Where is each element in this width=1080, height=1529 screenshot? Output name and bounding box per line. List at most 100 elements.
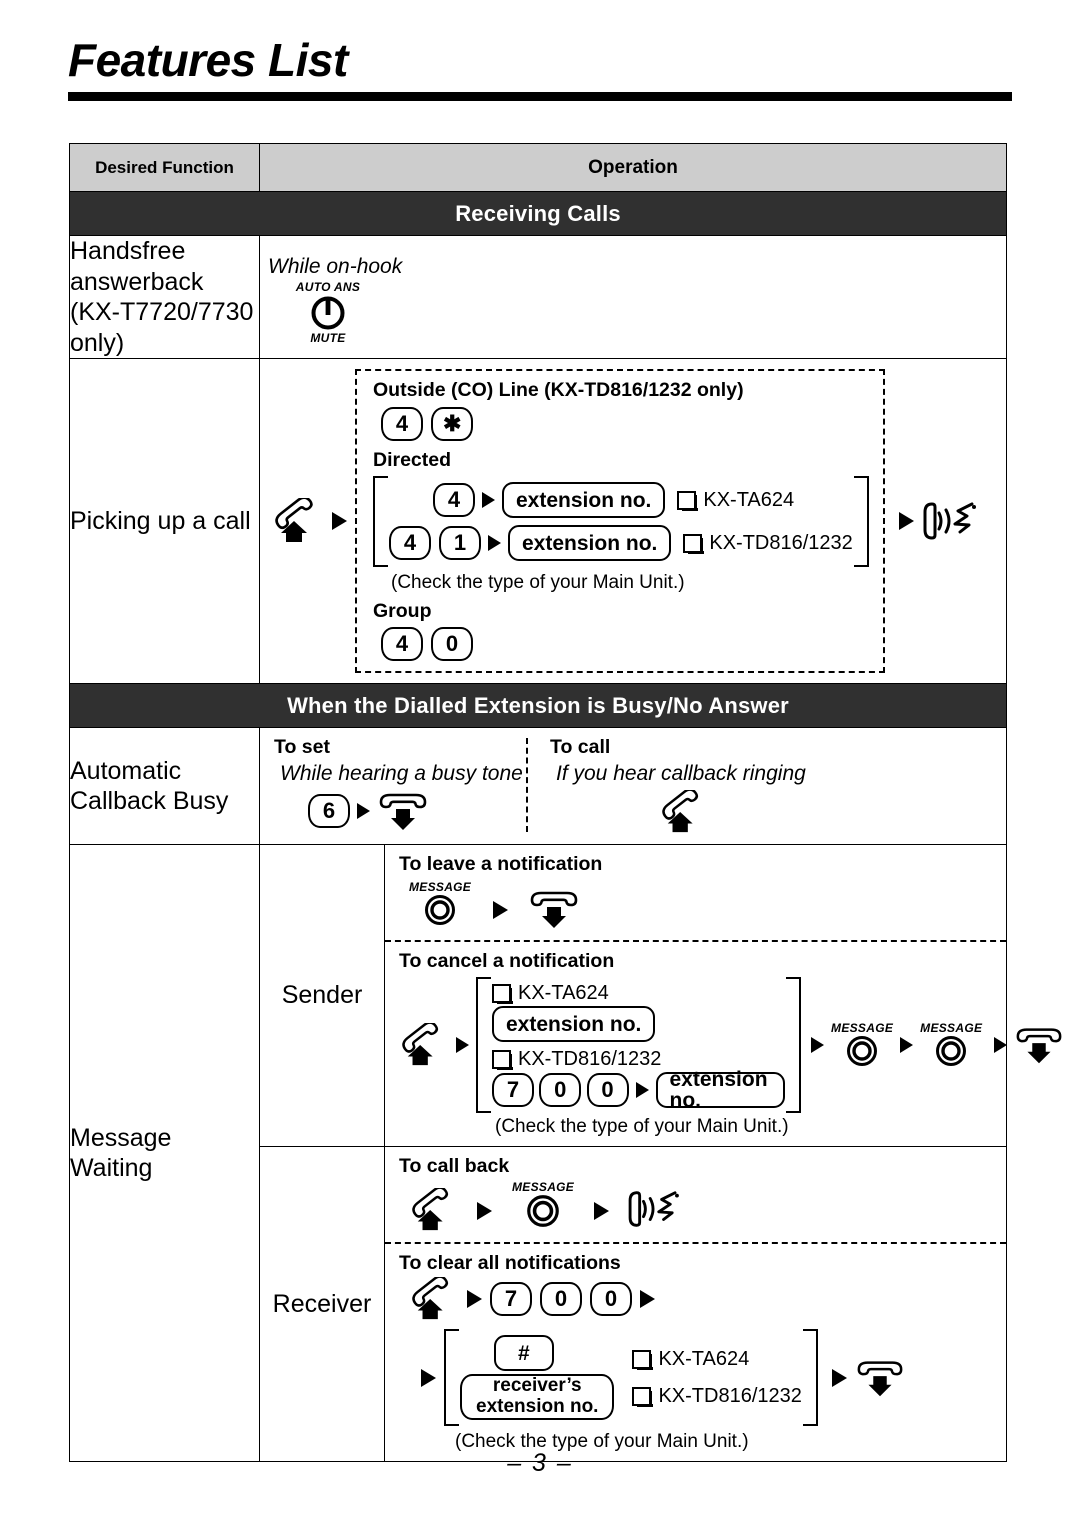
callback-heading: To call back <box>399 1155 510 1177</box>
field-extension-no-2[interactable]: extension no. <box>508 525 672 561</box>
arrow-right-icon <box>456 1037 469 1053</box>
table-row-picking-up: Picking up a call Outside (CO) Line (KX-… <box>69 358 1008 684</box>
unit-option-kx-td816-1232: KX-TD816/1232 <box>683 531 853 555</box>
unit-label: KX-TA624 <box>518 982 609 1004</box>
section-band-busy-no-answer: When the Dialled Extension is Busy/No An… <box>68 683 1008 728</box>
field-extension-no-cancel-b[interactable]: extension no. <box>655 1069 786 1111</box>
leave-heading: To leave a notification <box>399 853 603 875</box>
group-heading: Group <box>373 600 432 622</box>
checkbox-icon[interactable] <box>632 1349 654 1370</box>
message-label: MESSAGE <box>920 1021 983 1035</box>
subcolumn-receiver: Receiver <box>259 1146 385 1462</box>
function-callback-busy: Automatic Callback Busy <box>69 727 260 845</box>
cancel-row-a: extension no. <box>492 1006 785 1042</box>
message-button-icon[interactable] <box>422 893 458 927</box>
page-title: Features List <box>68 34 348 86</box>
auto-ans-mute-button-icon[interactable] <box>308 293 348 331</box>
unit-label: KX-TD816/1232 <box>709 531 853 554</box>
auto-ans-mute-button-group[interactable]: AUTO ANS MUTE <box>282 281 374 344</box>
key-7-cancel[interactable]: 7 <box>492 1073 534 1107</box>
key-0-cancel-2[interactable]: 0 <box>586 1073 629 1107</box>
key-7-clear[interactable]: 7 <box>490 1282 532 1316</box>
cancel-unit-option-a: KX-TA624 <box>492 982 785 1005</box>
arrow-right-icon <box>594 1202 610 1220</box>
hang-up-icon <box>855 1357 905 1399</box>
handsfree-condition: While on-hook <box>268 254 403 278</box>
sender-cancel-block: To cancel a notification KX-TA624 extens… <box>385 940 1062 1146</box>
field-receivers-extension-no[interactable]: receiver’s extension no. <box>460 1374 615 1420</box>
operation-handsfree: While on-hook AUTO ANS MUTE <box>258 235 1008 359</box>
key-star-outside[interactable]: ✱ <box>431 407 474 441</box>
clear-steps-row-1: 7 0 0 <box>409 1277 1006 1321</box>
section-band-busy-row: When the Dialled Extension is Busy/No An… <box>68 683 1008 728</box>
callback-steps: MESSAGE <box>409 1178 1006 1232</box>
operation-picking-up: Outside (CO) Line (KX-TD816/1232 only) 4… <box>258 358 1008 684</box>
unit-label: KX-TD816/1232 <box>518 1048 662 1070</box>
to-set-label: To set <box>274 736 330 758</box>
group-keys-row: 4 0 <box>381 627 869 661</box>
arrow-right-icon <box>493 901 509 919</box>
key-4-directed[interactable]: 4 <box>433 483 475 517</box>
key-4-group[interactable]: 4 <box>381 627 423 661</box>
clear-heading: To clear all notifications <box>399 1252 621 1274</box>
lift-handset-icon <box>409 1277 459 1321</box>
arrow-right-icon <box>477 1202 492 1220</box>
table-row-callback-busy: Automatic Callback Busy To set While hea… <box>69 727 1008 845</box>
features-table: Desired Function Operation Receiving Cal… <box>68 143 1062 1462</box>
message-button-group-2[interactable]: MESSAGE <box>920 1022 982 1068</box>
message-button-group-1[interactable]: MESSAGE <box>831 1022 893 1068</box>
to-call-steps <box>658 790 806 834</box>
table-row-handsfree: Handsfree answerback (KX-T7720/7730 only… <box>69 235 1008 359</box>
operation-sender: To leave a notification MESSAGE To cance… <box>383 844 1062 1147</box>
lift-handset-icon <box>272 498 324 544</box>
picking-up-dashed-group: Outside (CO) Line (KX-TD816/1232 only) 4… <box>355 369 885 673</box>
field-extension-no-cancel-a[interactable]: extension no. <box>492 1006 656 1042</box>
directed-row-1: 4 extension no. KX-TA624 <box>389 482 853 518</box>
callback-to-call-block: To call If you hear callback ringing <box>528 736 806 834</box>
key-hash[interactable]: # <box>494 1335 554 1371</box>
mute-label: MUTE <box>310 330 346 345</box>
message-button-icon[interactable] <box>933 1034 969 1068</box>
receiver-clear-block: To clear all notifications 7 0 0 # recei… <box>385 1242 1007 1461</box>
checkbox-icon[interactable] <box>677 490 699 511</box>
checkbox-icon[interactable] <box>492 984 513 1004</box>
checkbox-icon[interactable] <box>492 1050 513 1070</box>
unit-label: KX-TD816/1232 <box>658 1384 802 1407</box>
key-1-directed-2[interactable]: 1 <box>439 526 481 560</box>
page-number: – 3 – <box>507 1449 573 1477</box>
operation-callback-busy: To set While hearing a busy tone 6 To ca… <box>258 727 1008 845</box>
arrow-right-icon <box>811 1037 825 1053</box>
message-button-icon[interactable] <box>524 1193 562 1229</box>
key-6[interactable]: 6 <box>308 794 350 828</box>
field-extension-no-1[interactable]: extension no. <box>502 482 666 518</box>
table-row-message-waiting-sender: Message Waiting Sender To leave a notifi… <box>69 844 1062 1462</box>
to-call-label: To call <box>550 736 611 758</box>
message-button-icon[interactable] <box>844 1034 880 1068</box>
key-0-clear-2[interactable]: 0 <box>590 1282 632 1316</box>
key-0-group[interactable]: 0 <box>431 627 473 661</box>
arrow-right-icon <box>898 512 914 530</box>
cancel-bracket: KX-TA624 extension no. KX-TD816/1232 7 0… <box>476 977 802 1113</box>
section-band-receiving-calls: Receiving Calls <box>68 191 1008 236</box>
title-rule <box>68 92 1012 102</box>
key-4-directed-2[interactable]: 4 <box>389 526 431 560</box>
talking-handset-icon <box>922 498 978 544</box>
message-button-group[interactable]: MESSAGE <box>409 881 471 927</box>
key-4-outside[interactable]: 4 <box>381 407 423 441</box>
function-picking-up: Picking up a call <box>69 358 260 684</box>
page: Features List Desired Function Operation… <box>0 0 1080 1529</box>
checkbox-icon[interactable] <box>683 533 705 554</box>
message-button-group[interactable]: MESSAGE <box>512 1181 574 1229</box>
function-handsfree: Handsfree answerback (KX-T7720/7730 only… <box>69 235 260 359</box>
checkbox-icon[interactable] <box>632 1386 654 1407</box>
operation-receiver: To call back MESSAGE To clear all notifi… <box>383 1146 1008 1462</box>
receiver-callback-block: To call back MESSAGE <box>385 1147 1006 1242</box>
header-operation: Operation <box>258 143 1008 192</box>
key-0-clear-1[interactable]: 0 <box>540 1282 582 1316</box>
message-label: MESSAGE <box>512 1180 575 1194</box>
field-line-1: receiver’s <box>492 1375 582 1397</box>
function-message-waiting: Message Waiting <box>69 844 260 1462</box>
hang-up-icon <box>528 888 580 930</box>
page-header: Features List <box>68 34 1012 102</box>
key-0-cancel-1[interactable]: 0 <box>539 1073 582 1107</box>
